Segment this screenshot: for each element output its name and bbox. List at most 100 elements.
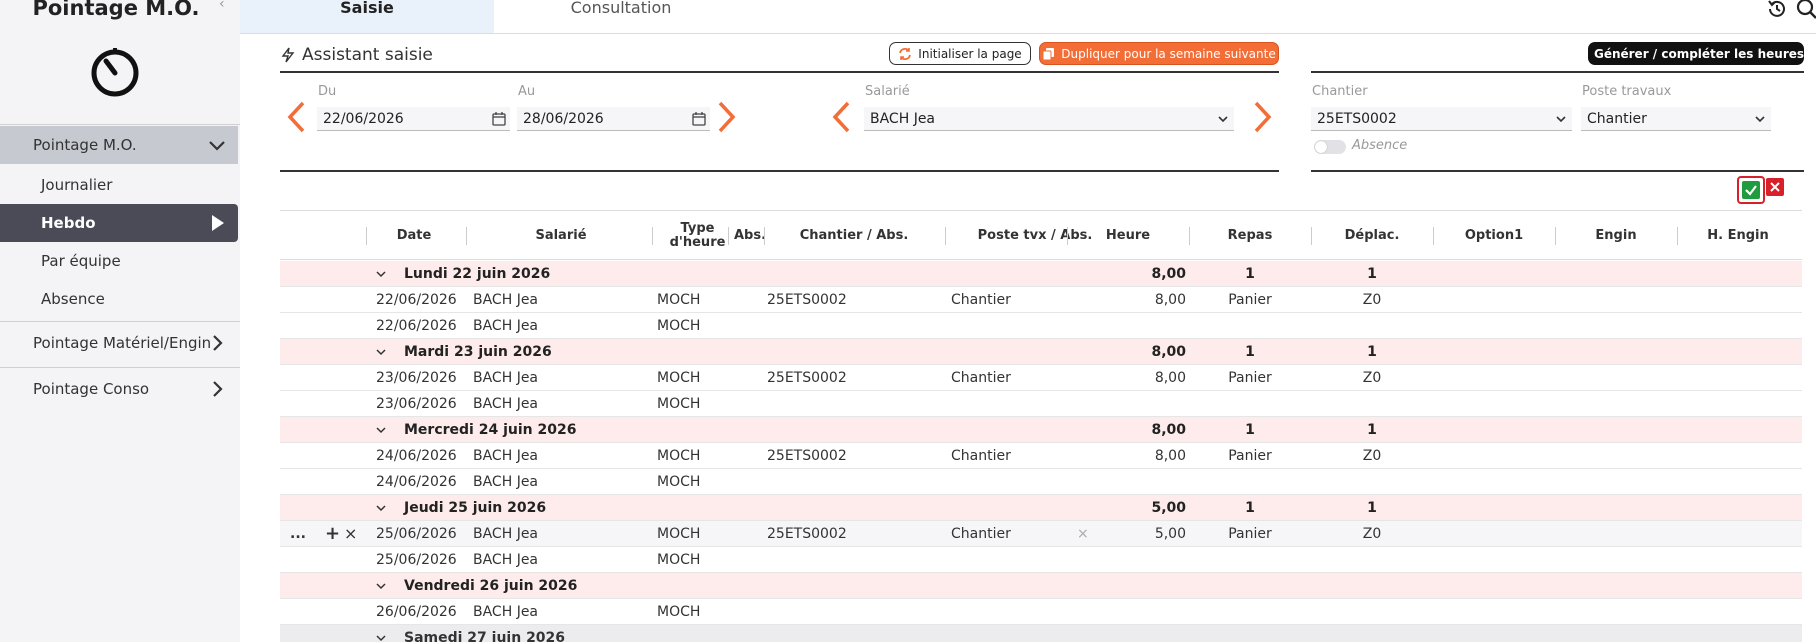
salarie-value: BACH Jea bbox=[870, 110, 936, 127]
group-deplac: 1 bbox=[1367, 266, 1377, 282]
du-value: 22/06/2026 bbox=[323, 110, 404, 127]
group-row-jeudi[interactable]: Jeudi 25 juin 2026 5,00 1 1 bbox=[280, 495, 1802, 521]
nav-item-journalier[interactable]: Journalier bbox=[0, 166, 238, 204]
col-chantier[interactable]: Chantier / Abs. bbox=[764, 211, 944, 261]
calendar-icon[interactable] bbox=[492, 112, 506, 126]
cell-salarie: BACH Jea bbox=[473, 604, 539, 620]
cell-salarie: BACH Jea bbox=[473, 552, 539, 568]
generate-hours-label: Générer / compléter les heures bbox=[1593, 46, 1805, 61]
col-date[interactable]: Date bbox=[366, 211, 462, 261]
table-row[interactable]: ... + × 25/06/2026 BACH Jea MOCH 25ETS00… bbox=[280, 521, 1802, 547]
cell-deplac: Z0 bbox=[1362, 370, 1382, 386]
col-option1[interactable]: Option1 bbox=[1433, 211, 1555, 261]
cell-salarie: BACH Jea bbox=[473, 370, 539, 386]
col-heure[interactable]: Heure bbox=[1067, 211, 1189, 261]
cancel-button[interactable] bbox=[1766, 178, 1784, 196]
col-type-heure-line1: Type bbox=[680, 221, 715, 236]
chevron-down-icon[interactable] bbox=[376, 270, 386, 278]
row-add-button[interactable]: + bbox=[325, 521, 340, 547]
cell-date: 25/06/2026 bbox=[376, 552, 457, 568]
table-row[interactable]: 23/06/2026 BACH Jea MOCH bbox=[280, 391, 1802, 417]
collapse-sidebar-icon[interactable]: ‹ bbox=[219, 0, 225, 12]
cell-salarie: BACH Jea bbox=[473, 448, 539, 464]
cell-type: MOCH bbox=[657, 448, 701, 464]
cell-repas: Panier bbox=[1228, 526, 1272, 542]
cell-salarie: BACH Jea bbox=[473, 474, 539, 490]
cell-chantier: 25ETS0002 bbox=[767, 370, 847, 386]
col-repas[interactable]: Repas bbox=[1189, 211, 1311, 261]
play-right-icon bbox=[212, 215, 224, 231]
chantier-value: 25ETS0002 bbox=[1317, 110, 1397, 127]
group-deplac: 1 bbox=[1367, 344, 1377, 360]
group-row-mercredi[interactable]: Mercredi 24 juin 2026 8,00 1 1 bbox=[280, 417, 1802, 443]
group-label: Jeudi 25 juin 2026 bbox=[404, 500, 547, 516]
col-type-heure-line2: d'heure bbox=[669, 235, 726, 250]
tab-consultation[interactable]: Consultation bbox=[494, 0, 748, 33]
next-week-icon[interactable] bbox=[716, 100, 738, 134]
history-icon[interactable] bbox=[1766, 0, 1788, 20]
col-salarie[interactable]: Salarié bbox=[466, 211, 656, 261]
divider bbox=[1311, 71, 1804, 73]
chevron-down-icon[interactable] bbox=[376, 504, 386, 512]
table-row[interactable]: 25/06/2026 BACH Jea MOCH bbox=[280, 547, 1802, 573]
chevron-down-icon[interactable] bbox=[376, 582, 386, 590]
poste-label: Poste travaux bbox=[1582, 84, 1672, 99]
col-h-engin[interactable]: H. Engin bbox=[1677, 211, 1799, 261]
group-label: Mercredi 24 juin 2026 bbox=[404, 422, 577, 438]
chevron-right-icon bbox=[213, 381, 223, 397]
chantier-label: Chantier bbox=[1312, 84, 1368, 99]
table-row[interactable]: 22/06/2026 BACH Jea MOCH 25ETS0002 Chant… bbox=[280, 287, 1802, 313]
chevron-down-icon bbox=[1556, 116, 1566, 123]
chantier-select[interactable]: 25ETS0002 bbox=[1311, 107, 1572, 131]
nav-item-absence[interactable]: Absence bbox=[0, 280, 238, 318]
calendar-icon[interactable] bbox=[692, 112, 706, 126]
nav-group-pointage-conso[interactable]: Pointage Conso bbox=[0, 370, 238, 408]
nav-group-pointage-mo[interactable]: Pointage M.O. bbox=[0, 126, 238, 164]
group-row-samedi[interactable]: Samedi 27 juin 2026 bbox=[280, 625, 1802, 642]
group-row-lundi[interactable]: Lundi 22 juin 2026 8,00 1 1 bbox=[280, 261, 1802, 287]
table-row[interactable]: 22/06/2026 BACH Jea MOCH bbox=[280, 313, 1802, 339]
search-icon[interactable] bbox=[1796, 0, 1816, 20]
chevron-down-icon bbox=[1755, 116, 1765, 123]
table-row[interactable]: 26/06/2026 BACH Jea MOCH bbox=[280, 599, 1802, 625]
au-label: Au bbox=[518, 84, 536, 99]
salarie-select[interactable]: BACH Jea bbox=[864, 107, 1234, 131]
col-deplac[interactable]: Déplac. bbox=[1311, 211, 1433, 261]
nav-label: Absence bbox=[41, 290, 105, 308]
tab-saisie[interactable]: Saisie bbox=[240, 0, 494, 33]
nav-label: Hebdo bbox=[41, 214, 96, 232]
chevron-down-icon[interactable] bbox=[376, 634, 386, 642]
col-engin[interactable]: Engin bbox=[1555, 211, 1677, 261]
table-row[interactable]: 24/06/2026 BACH Jea MOCH bbox=[280, 469, 1802, 495]
group-row-vendredi[interactable]: Vendredi 26 juin 2026 bbox=[280, 573, 1802, 599]
validate-button[interactable] bbox=[1737, 176, 1765, 204]
nav-label: Pointage Conso bbox=[33, 380, 150, 398]
table-row[interactable]: 24/06/2026 BACH Jea MOCH 25ETS0002 Chant… bbox=[280, 443, 1802, 469]
init-page-button[interactable]: Initialiser la page bbox=[889, 42, 1031, 65]
generate-hours-button[interactable]: Générer / compléter les heures bbox=[1588, 42, 1804, 65]
chevron-down-icon[interactable] bbox=[376, 426, 386, 434]
duplicate-week-button[interactable]: Dupliquer pour la semaine suivante bbox=[1039, 42, 1279, 65]
previous-week-icon[interactable] bbox=[285, 100, 307, 134]
nav-item-hebdo[interactable]: Hebdo bbox=[0, 204, 238, 242]
chevron-right-icon bbox=[213, 335, 223, 351]
stopwatch-icon bbox=[91, 48, 139, 97]
absence-toggle[interactable] bbox=[1314, 140, 1346, 154]
du-date-field[interactable]: 22/06/2026 bbox=[317, 107, 510, 131]
row-delete-button[interactable]: × bbox=[344, 521, 357, 547]
group-row-mardi[interactable]: Mardi 23 juin 2026 8,00 1 1 bbox=[280, 339, 1802, 365]
row-more-button[interactable]: ... bbox=[290, 521, 306, 547]
du-label: Du bbox=[318, 84, 337, 99]
poste-select[interactable]: Chantier bbox=[1581, 107, 1771, 131]
divider bbox=[1311, 170, 1804, 172]
cell-type: MOCH bbox=[657, 552, 701, 568]
table-row[interactable]: 23/06/2026 BACH Jea MOCH 25ETS0002 Chant… bbox=[280, 365, 1802, 391]
chevron-down-icon[interactable] bbox=[376, 348, 386, 356]
col-type-heure[interactable]: Type d'heure bbox=[660, 211, 735, 261]
salarie-label: Salarié bbox=[865, 84, 910, 99]
nav-item-par-equipe[interactable]: Par équipe bbox=[0, 242, 238, 280]
next-employee-icon[interactable] bbox=[1252, 100, 1274, 134]
nav-group-pointage-materiel[interactable]: Pointage Matériel/Engin bbox=[0, 324, 238, 362]
au-date-field[interactable]: 28/06/2026 bbox=[517, 107, 710, 131]
previous-employee-icon[interactable] bbox=[830, 100, 852, 134]
